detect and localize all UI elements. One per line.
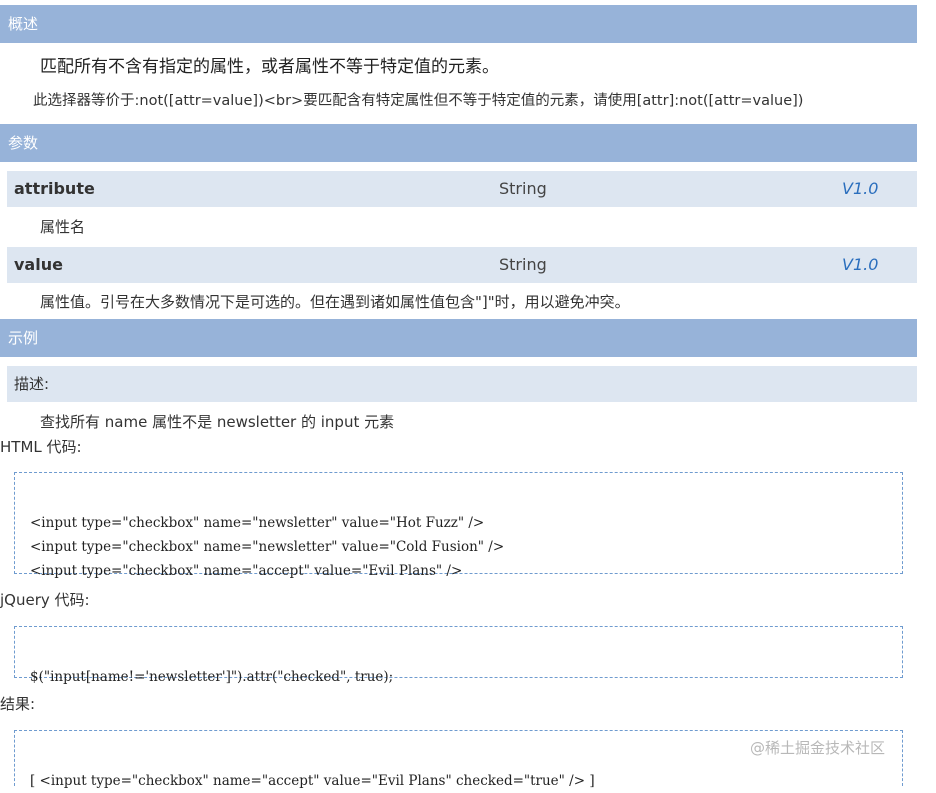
overview-note: 此选择器等价于:not([attr=value])<br>要匹配含有特定属性但不… [33, 93, 804, 109]
example-desc-label: 描述: [14, 375, 50, 393]
section-header-examples: 示例 [0, 319, 917, 357]
html-code-label: HTML 代码: [0, 438, 82, 456]
code-line: <input type="checkbox" name="newsletter"… [30, 539, 505, 555]
param-type: String [499, 179, 547, 198]
code-line: $("input[name!='newsletter']").attr("che… [30, 669, 394, 685]
example-desc-text: 查找所有 name 属性不是 newsletter 的 input 元素 [40, 413, 395, 431]
result-label: 结果: [0, 695, 36, 713]
overview-summary: 匹配所有不含有指定的属性，或者属性不等于特定值的元素。 [40, 57, 499, 77]
jquery-code-block: $("input[name!='newsletter']").attr("che… [14, 626, 903, 685]
param-version: V1.0 [842, 255, 879, 274]
param-desc-value: 属性值。引号在大多数情况下是可选的。但在遇到诸如属性值包含"]"时，用以避免冲突… [40, 293, 630, 311]
param-type: String [499, 255, 547, 274]
param-name: attribute [14, 179, 95, 198]
param-desc-attribute: 属性名 [40, 218, 86, 236]
watermark: @稀土掘金技术社区 [750, 739, 886, 757]
section-header-params: 参数 [0, 124, 917, 162]
html-code-block: <input type="checkbox" name="newsletter"… [14, 472, 903, 579]
jquery-code-label: jQuery 代码: [0, 591, 90, 609]
code-line: [ <input type="checkbox" name="accept" v… [30, 773, 595, 789]
code-line: <input type="checkbox" name="accept" val… [30, 563, 463, 579]
param-row-attribute: attribute String V1.0 [7, 171, 917, 207]
param-version: V1.0 [842, 179, 879, 198]
param-row-value: value String V1.0 [7, 247, 917, 283]
param-name: value [14, 255, 63, 274]
code-line: <input type="checkbox" name="newsletter"… [30, 515, 485, 531]
section-header-overview: 概述 [0, 5, 917, 43]
example-desc-row: 描述: [7, 366, 917, 402]
